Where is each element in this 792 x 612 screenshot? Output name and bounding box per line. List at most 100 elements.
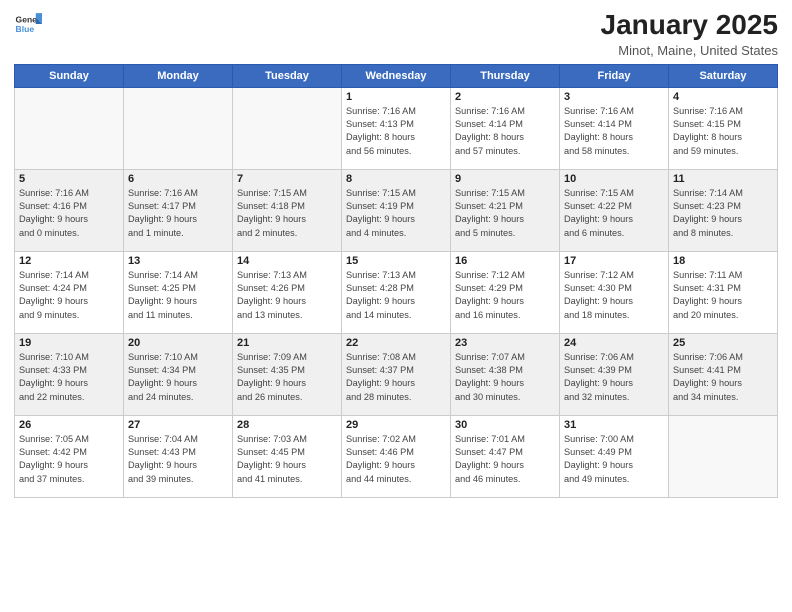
week-row-5: 26 Sunrise: 7:05 AM Sunset: 4:42 PM Dayli… <box>15 415 778 497</box>
calendar-cell: 6 Sunrise: 7:16 AM Sunset: 4:17 PM Daylig… <box>124 169 233 251</box>
day-info: Sunrise: 7:14 AM Sunset: 4:24 PM Dayligh… <box>19 269 119 322</box>
day-info: Sunrise: 7:05 AM Sunset: 4:42 PM Dayligh… <box>19 433 119 486</box>
day-info: Sunrise: 7:14 AM Sunset: 4:25 PM Dayligh… <box>128 269 228 322</box>
calendar-cell: 14Sunrise: 7:13 AM Sunset: 4:26 PM Dayli… <box>233 251 342 333</box>
day-info: Sunrise: 7:16 AM Sunset: 4:13 PM Dayligh… <box>346 105 446 158</box>
header-sunday: Sunday <box>15 64 124 87</box>
day-info: Sunrise: 7:09 AM Sunset: 4:35 PM Dayligh… <box>237 351 337 404</box>
day-info: Sunrise: 7:10 AM Sunset: 4:34 PM Dayligh… <box>128 351 228 404</box>
day-info: Sunrise: 7:02 AM Sunset: 4:46 PM Dayligh… <box>346 433 446 486</box>
day-number: 23 <box>455 337 555 349</box>
calendar-cell: 28 Sunrise: 7:03 AM Sunset: 4:45 PM Dayli… <box>233 415 342 497</box>
day-info: Sunrise: 7:14 AM Sunset: 4:23 PM Dayligh… <box>673 187 773 240</box>
day-number: 9 <box>455 173 555 185</box>
day-info: Sunrise: 7:10 AM Sunset: 4:33 PM Dayligh… <box>19 351 119 404</box>
page-container: General Blue January 2025 Minot, Maine, … <box>0 0 792 506</box>
day-info: Sunrise: 7:08 AM Sunset: 4:37 PM Dayligh… <box>346 351 446 404</box>
calendar-cell: 26 Sunrise: 7:05 AM Sunset: 4:42 PM Dayli… <box>15 415 124 497</box>
day-info: Sunrise: 7:12 AM Sunset: 4:29 PM Dayligh… <box>455 269 555 322</box>
calendar-cell: 5 Sunrise: 7:16 AM Sunset: 4:16 PM Daylig… <box>15 169 124 251</box>
day-info: Sunrise: 7:16 AM Sunset: 4:16 PM Dayligh… <box>19 187 119 240</box>
calendar-cell <box>233 87 342 169</box>
day-number: 26 <box>19 419 119 431</box>
day-number: 27 <box>128 419 228 431</box>
day-info: Sunrise: 7:03 AM Sunset: 4:45 PM Dayligh… <box>237 433 337 486</box>
calendar-cell: 13 Sunrise: 7:14 AM Sunset: 4:25 PM Dayli… <box>124 251 233 333</box>
calendar-cell: 8 Sunrise: 7:15 AM Sunset: 4:19 PM Daylig… <box>342 169 451 251</box>
day-info: Sunrise: 7:11 AM Sunset: 4:31 PM Dayligh… <box>673 269 773 322</box>
day-info: Sunrise: 7:01 AM Sunset: 4:47 PM Dayligh… <box>455 433 555 486</box>
day-number: 21 <box>237 337 337 349</box>
day-info: Sunrise: 7:13 AM Sunset: 4:28 PM Dayligh… <box>346 269 446 322</box>
day-number: 3 <box>564 91 664 103</box>
header-saturday: Saturday <box>669 64 778 87</box>
day-info: Sunrise: 7:16 AM Sunset: 4:15 PM Dayligh… <box>673 105 773 158</box>
day-number: 20 <box>128 337 228 349</box>
calendar-cell: 1 Sunrise: 7:16 AM Sunset: 4:13 PM Daylig… <box>342 87 451 169</box>
calendar-table: Sunday Monday Tuesday Wednesday Thursday… <box>14 64 778 498</box>
day-number: 13 <box>128 255 228 267</box>
day-info: Sunrise: 7:16 AM Sunset: 4:17 PM Dayligh… <box>128 187 228 240</box>
day-info: Sunrise: 7:07 AM Sunset: 4:38 PM Dayligh… <box>455 351 555 404</box>
calendar-cell: 12 Sunrise: 7:14 AM Sunset: 4:24 PM Dayli… <box>15 251 124 333</box>
calendar-cell: 23 Sunrise: 7:07 AM Sunset: 4:38 PM Dayli… <box>451 333 560 415</box>
month-title: January 2025 <box>601 10 778 41</box>
calendar-cell: 18 Sunrise: 7:11 AM Sunset: 4:31 PM Dayli… <box>669 251 778 333</box>
calendar-cell: 24 Sunrise: 7:06 AM Sunset: 4:39 PM Dayli… <box>560 333 669 415</box>
header-wednesday: Wednesday <box>342 64 451 87</box>
day-info: Sunrise: 7:12 AM Sunset: 4:30 PM Dayligh… <box>564 269 664 322</box>
title-block: January 2025 Minot, Maine, United States <box>601 10 778 58</box>
day-info: Sunrise: 7:06 AM Sunset: 4:39 PM Dayligh… <box>564 351 664 404</box>
calendar-cell: 15Sunrise: 7:13 AM Sunset: 4:28 PM Dayli… <box>342 251 451 333</box>
day-number: 14 <box>237 255 337 267</box>
calendar-cell: 27Sunrise: 7:04 AM Sunset: 4:43 PM Dayli… <box>124 415 233 497</box>
weekday-header-row: Sunday Monday Tuesday Wednesday Thursday… <box>15 64 778 87</box>
day-number: 12 <box>19 255 119 267</box>
day-number: 4 <box>673 91 773 103</box>
calendar-cell <box>669 415 778 497</box>
day-number: 29 <box>346 419 446 431</box>
day-number: 24 <box>564 337 664 349</box>
day-number: 17 <box>564 255 664 267</box>
logo-icon: General Blue <box>14 10 42 38</box>
week-row-3: 12 Sunrise: 7:14 AM Sunset: 4:24 PM Dayli… <box>15 251 778 333</box>
day-number: 7 <box>237 173 337 185</box>
calendar-cell: 4 Sunrise: 7:16 AM Sunset: 4:15 PM Daylig… <box>669 87 778 169</box>
day-info: Sunrise: 7:06 AM Sunset: 4:41 PM Dayligh… <box>673 351 773 404</box>
day-info: Sunrise: 7:16 AM Sunset: 4:14 PM Dayligh… <box>455 105 555 158</box>
calendar-cell: 17 Sunrise: 7:12 AM Sunset: 4:30 PM Dayli… <box>560 251 669 333</box>
day-number: 16 <box>455 255 555 267</box>
calendar-cell: 16 Sunrise: 7:12 AM Sunset: 4:29 PM Dayli… <box>451 251 560 333</box>
header-thursday: Thursday <box>451 64 560 87</box>
day-number: 18 <box>673 255 773 267</box>
day-info: Sunrise: 7:15 AM Sunset: 4:22 PM Dayligh… <box>564 187 664 240</box>
day-number: 28 <box>237 419 337 431</box>
calendar-cell: 11Sunrise: 7:14 AM Sunset: 4:23 PM Dayli… <box>669 169 778 251</box>
week-row-1: 1 Sunrise: 7:16 AM Sunset: 4:13 PM Daylig… <box>15 87 778 169</box>
day-number: 31 <box>564 419 664 431</box>
calendar-cell: 7Sunrise: 7:15 AM Sunset: 4:18 PM Daylig… <box>233 169 342 251</box>
calendar-cell: 3 Sunrise: 7:16 AM Sunset: 4:14 PM Daylig… <box>560 87 669 169</box>
header: General Blue January 2025 Minot, Maine, … <box>14 10 778 58</box>
calendar-cell: 19Sunrise: 7:10 AM Sunset: 4:33 PM Dayli… <box>15 333 124 415</box>
calendar-cell <box>15 87 124 169</box>
header-tuesday: Tuesday <box>233 64 342 87</box>
day-number: 10 <box>564 173 664 185</box>
calendar-cell <box>124 87 233 169</box>
week-row-4: 19Sunrise: 7:10 AM Sunset: 4:33 PM Dayli… <box>15 333 778 415</box>
day-number: 8 <box>346 173 446 185</box>
day-info: Sunrise: 7:00 AM Sunset: 4:49 PM Dayligh… <box>564 433 664 486</box>
location-title: Minot, Maine, United States <box>601 43 778 58</box>
logo: General Blue <box>14 10 42 38</box>
day-number: 22 <box>346 337 446 349</box>
day-info: Sunrise: 7:16 AM Sunset: 4:14 PM Dayligh… <box>564 105 664 158</box>
calendar-cell: 20 Sunrise: 7:10 AM Sunset: 4:34 PM Dayli… <box>124 333 233 415</box>
calendar-cell: 25 Sunrise: 7:06 AM Sunset: 4:41 PM Dayli… <box>669 333 778 415</box>
day-info: Sunrise: 7:15 AM Sunset: 4:19 PM Dayligh… <box>346 187 446 240</box>
day-number: 1 <box>346 91 446 103</box>
day-number: 25 <box>673 337 773 349</box>
calendar-cell: 21 Sunrise: 7:09 AM Sunset: 4:35 PM Dayli… <box>233 333 342 415</box>
day-number: 6 <box>128 173 228 185</box>
svg-text:Blue: Blue <box>16 24 35 34</box>
day-number: 5 <box>19 173 119 185</box>
